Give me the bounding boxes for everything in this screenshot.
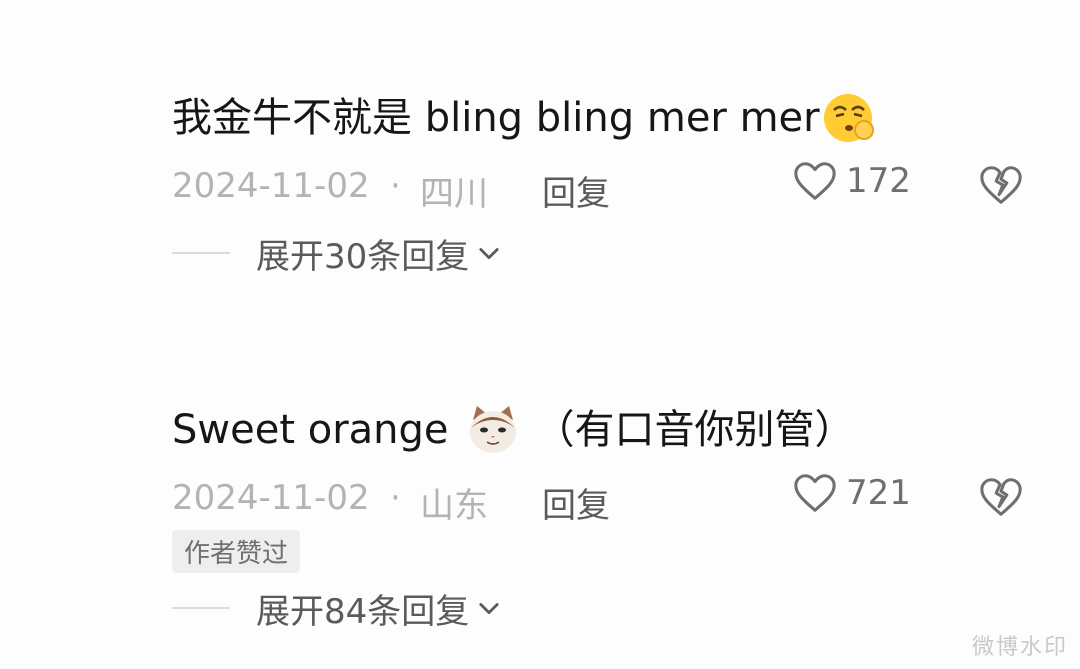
comment-text: Sweet orange	[172, 407, 449, 453]
dislike-button[interactable]	[978, 474, 1024, 529]
comment-date: 2024-11-02	[172, 166, 370, 206]
dislike-button[interactable]	[978, 162, 1024, 217]
comment-item: Sweet orange （有口音你别管） 2024-11-02 · 山东 回复	[172, 400, 1052, 633]
comment-text-row: Sweet orange （有口音你别管）	[172, 400, 1052, 460]
expand-replies-label: 展开30条回复	[256, 236, 470, 277]
chevron-down-icon	[479, 248, 499, 260]
like-count: 172	[846, 161, 911, 201]
comment-item: 我金牛不就是 bling bling mer mer 2024-11-02 · …	[172, 88, 1052, 278]
comment-meta: 2024-11-02 · 山东 回复 721	[172, 470, 1052, 526]
meta-separator: ·	[390, 166, 401, 206]
like-button[interactable]: 172	[792, 158, 911, 204]
cat-face-emoji-icon	[465, 402, 521, 458]
divider-line	[172, 252, 230, 254]
chevron-down-icon	[479, 603, 499, 615]
author-liked-badge: 作者赞过	[172, 530, 301, 573]
expand-replies-button[interactable]: 展开84条回复	[172, 583, 1052, 633]
like-button[interactable]: 721	[792, 470, 911, 516]
comment-text-row: 我金牛不就是 bling bling mer mer	[172, 88, 1052, 148]
divider-line	[172, 607, 230, 609]
like-count: 721	[846, 473, 911, 513]
broken-heart-icon	[980, 478, 1022, 516]
heart-icon	[794, 162, 836, 200]
meta-separator: ·	[390, 478, 401, 518]
shushing-face-emoji-icon	[822, 90, 878, 146]
comment-location: 山东	[420, 486, 488, 526]
watermark: 微博水印	[971, 635, 1068, 660]
reply-button[interactable]: 回复	[542, 478, 610, 527]
heart-icon	[794, 474, 836, 512]
broken-heart-icon	[980, 166, 1022, 204]
comment-text: 我金牛不就是 bling bling mer mer	[172, 95, 820, 141]
reply-button[interactable]: 回复	[542, 166, 610, 215]
comment-location: 四川	[420, 174, 488, 214]
comment-meta: 2024-11-02 · 四川 回复 172	[172, 158, 1052, 214]
comment-text-suffix: （有口音你别管）	[534, 407, 855, 453]
expand-replies-label: 展开84条回复	[256, 591, 470, 632]
expand-replies-button[interactable]: 展开30条回复	[172, 228, 1052, 278]
comment-date: 2024-11-02	[172, 478, 370, 518]
